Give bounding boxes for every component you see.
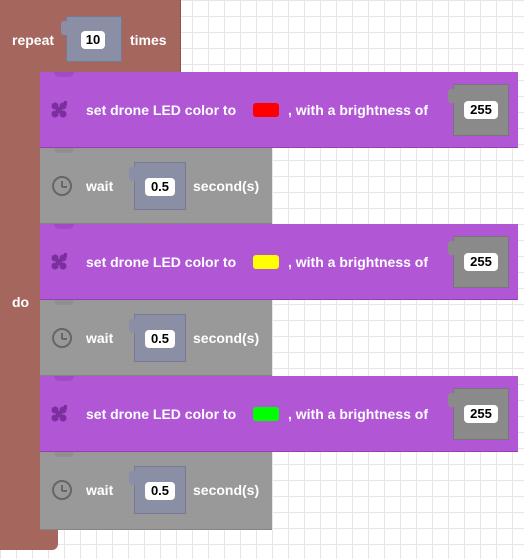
brightness-input[interactable]: 255 xyxy=(464,101,498,119)
wait-seconds-input[interactable]: 0.5 xyxy=(145,178,175,196)
led-block-label: set drone LED color to xyxy=(86,254,237,270)
clock-icon xyxy=(52,176,72,196)
wait-label: wait xyxy=(86,482,114,498)
drone-icon xyxy=(51,405,67,422)
block-notch xyxy=(54,452,74,457)
led-color-swatch-green[interactable] xyxy=(253,407,279,421)
led-block-label: set drone LED color to xyxy=(86,102,237,118)
led-color-swatch-red[interactable] xyxy=(253,103,279,117)
block-notch xyxy=(54,72,74,77)
wait-block[interactable]: wait 0.5 second(s) xyxy=(40,148,272,224)
led-color-swatch-yellow[interactable] xyxy=(253,255,279,269)
repeat-label: repeat xyxy=(12,32,55,48)
brightness-socket[interactable]: 255 xyxy=(448,236,509,288)
brightness-input[interactable]: 255 xyxy=(464,253,498,271)
block-notch xyxy=(54,300,74,305)
clock-icon xyxy=(52,328,72,348)
brightness-socket[interactable]: 255 xyxy=(448,388,509,440)
brightness-input[interactable]: 255 xyxy=(464,405,498,423)
set-led-color-block[interactable]: set drone LED color to , with a brightne… xyxy=(40,72,518,148)
wait-seconds-socket[interactable]: 0.5 xyxy=(129,314,186,362)
wait-seconds-socket[interactable]: 0.5 xyxy=(129,466,186,514)
wait-seconds-input[interactable]: 0.5 xyxy=(145,330,175,348)
wait-unit-label: second(s) xyxy=(193,178,260,194)
wait-seconds-socket[interactable]: 0.5 xyxy=(129,162,186,210)
repeat-block[interactable]: repeat 10 times xyxy=(0,0,181,72)
drone-icon xyxy=(51,253,67,270)
wait-block[interactable]: wait 0.5 second(s) xyxy=(40,300,272,376)
repeat-times-label: times xyxy=(130,32,167,48)
repeat-block-bottom xyxy=(0,530,58,550)
wait-label: wait xyxy=(86,178,114,194)
wait-unit-label: second(s) xyxy=(193,330,260,346)
set-led-color-block[interactable]: set drone LED color to , with a brightne… xyxy=(40,224,518,300)
drone-icon xyxy=(51,101,67,118)
block-notch xyxy=(54,148,74,153)
set-led-color-block[interactable]: set drone LED color to , with a brightne… xyxy=(40,376,518,452)
wait-label: wait xyxy=(86,330,114,346)
led-brightness-label: , with a brightness of xyxy=(288,406,429,422)
repeat-do-arm: do xyxy=(0,72,40,538)
repeat-count-socket[interactable]: 10 xyxy=(61,16,122,62)
led-brightness-label: , with a brightness of xyxy=(288,102,429,118)
clock-icon xyxy=(52,480,72,500)
block-notch xyxy=(54,376,74,381)
wait-seconds-input[interactable]: 0.5 xyxy=(145,482,175,500)
repeat-do-label: do xyxy=(12,294,30,310)
brightness-socket[interactable]: 255 xyxy=(448,84,509,136)
led-block-label: set drone LED color to xyxy=(86,406,237,422)
wait-block[interactable]: wait 0.5 second(s) xyxy=(40,452,272,530)
repeat-count-input[interactable]: 10 xyxy=(81,31,105,49)
led-brightness-label: , with a brightness of xyxy=(288,254,429,270)
wait-unit-label: second(s) xyxy=(193,482,260,498)
block-notch xyxy=(54,224,74,229)
